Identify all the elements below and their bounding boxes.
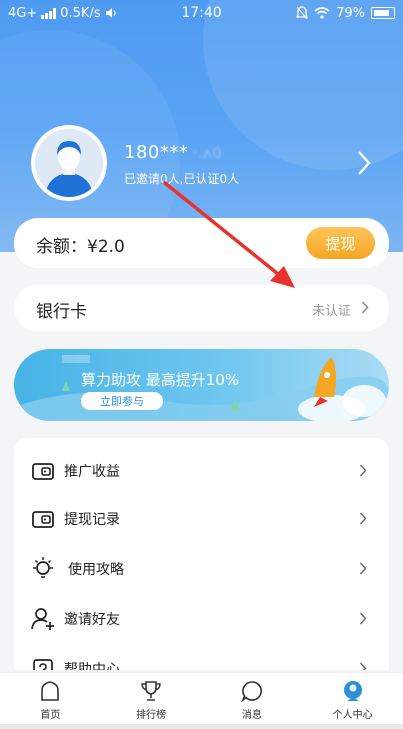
chevron-right-icon: [359, 562, 367, 575]
menu-item-help-center[interactable]: 帮助中心: [14, 644, 389, 670]
lightbulb-icon: [33, 557, 53, 578]
bank-card-status: 未认证: [311, 304, 351, 319]
balance-label: 余额：¥2.0: [36, 237, 125, 257]
menu-item-label: 推广收益: [64, 464, 120, 480]
bottom-tab-bar: 首页 排行榜 消息 个人中心: [0, 672, 403, 724]
battery-percent: 79%: [336, 5, 365, 21]
user-avatar-icon: [45, 141, 93, 197]
tab-leaderboard[interactable]: 排行榜: [101, 673, 202, 724]
home-icon: [41, 681, 60, 701]
add-user-icon: [31, 608, 54, 630]
profile-icon: [343, 681, 362, 701]
menu-item-label: 帮助中心: [64, 662, 120, 670]
tab-label: 排行榜: [136, 710, 167, 721]
menu-item-withdraw-records[interactable]: 提现记录: [14, 494, 389, 544]
chevron-right-icon: [359, 464, 367, 477]
network-type: 4G+: [8, 5, 38, 21]
menu-item-label: 邀请好友: [64, 612, 120, 628]
user-phone: 180*** ·.ʌ0: [124, 142, 223, 163]
menu-item-invite-friends[interactable]: 邀请好友: [14, 594, 389, 644]
chevron-right-icon[interactable]: [356, 150, 372, 176]
bank-card-row[interactable]: 银行卡 未认证: [14, 285, 389, 331]
tab-label: 个人中心: [332, 710, 373, 721]
network-speed: 0.5K/s: [60, 5, 101, 21]
tab-label: 首页: [40, 710, 61, 721]
wifi-icon: [314, 7, 330, 19]
withdraw-button[interactable]: 提现: [306, 227, 375, 259]
wallet-icon: [32, 463, 54, 480]
avatar[interactable]: [31, 125, 107, 201]
obscured-phone-tail: ·.ʌ0: [192, 144, 223, 162]
menu-list: 推广收益 提现记录 使用攻略 邀请好友 帮助中心: [14, 438, 389, 670]
promo-banner[interactable]: 算力助攻 最高提升10% 立即参与: [14, 349, 389, 421]
chevron-right-icon: [359, 512, 367, 525]
balance-card: 余额：¥2.0 提现: [14, 218, 389, 268]
join-now-button[interactable]: 立即参与: [81, 392, 163, 410]
silent-mode-icon: [296, 6, 309, 20]
banner-title: 算力助攻 最高提升10%: [81, 371, 240, 389]
tab-profile[interactable]: 个人中心: [302, 673, 403, 724]
status-bar: 4G+ 0.5K/s 17:40 79%: [0, 0, 403, 26]
signal-icon: [41, 7, 57, 19]
tab-label: 消息: [241, 710, 262, 721]
chevron-right-icon: [359, 662, 367, 670]
invite-stats: 已邀请0人,已认证0人: [124, 172, 240, 186]
wallet-icon: [32, 511, 54, 528]
menu-item-label: 提现记录: [64, 512, 120, 528]
menu-item-label: 使用攻略: [68, 562, 124, 578]
help-icon: [33, 659, 53, 670]
trophy-icon: [141, 681, 161, 701]
tab-home[interactable]: 首页: [0, 673, 101, 724]
home-indicator-bar: [0, 724, 403, 729]
bank-card-label: 银行卡: [36, 302, 87, 322]
chevron-right-icon: [361, 301, 369, 314]
tab-messages[interactable]: 消息: [202, 673, 303, 724]
menu-item-promotion-earnings[interactable]: 推广收益: [14, 446, 389, 496]
message-icon: [241, 681, 262, 702]
menu-item-usage-guide[interactable]: 使用攻略: [14, 544, 389, 594]
chevron-right-icon: [359, 612, 367, 625]
volume-icon: [105, 8, 116, 18]
battery-icon: [371, 7, 395, 19]
